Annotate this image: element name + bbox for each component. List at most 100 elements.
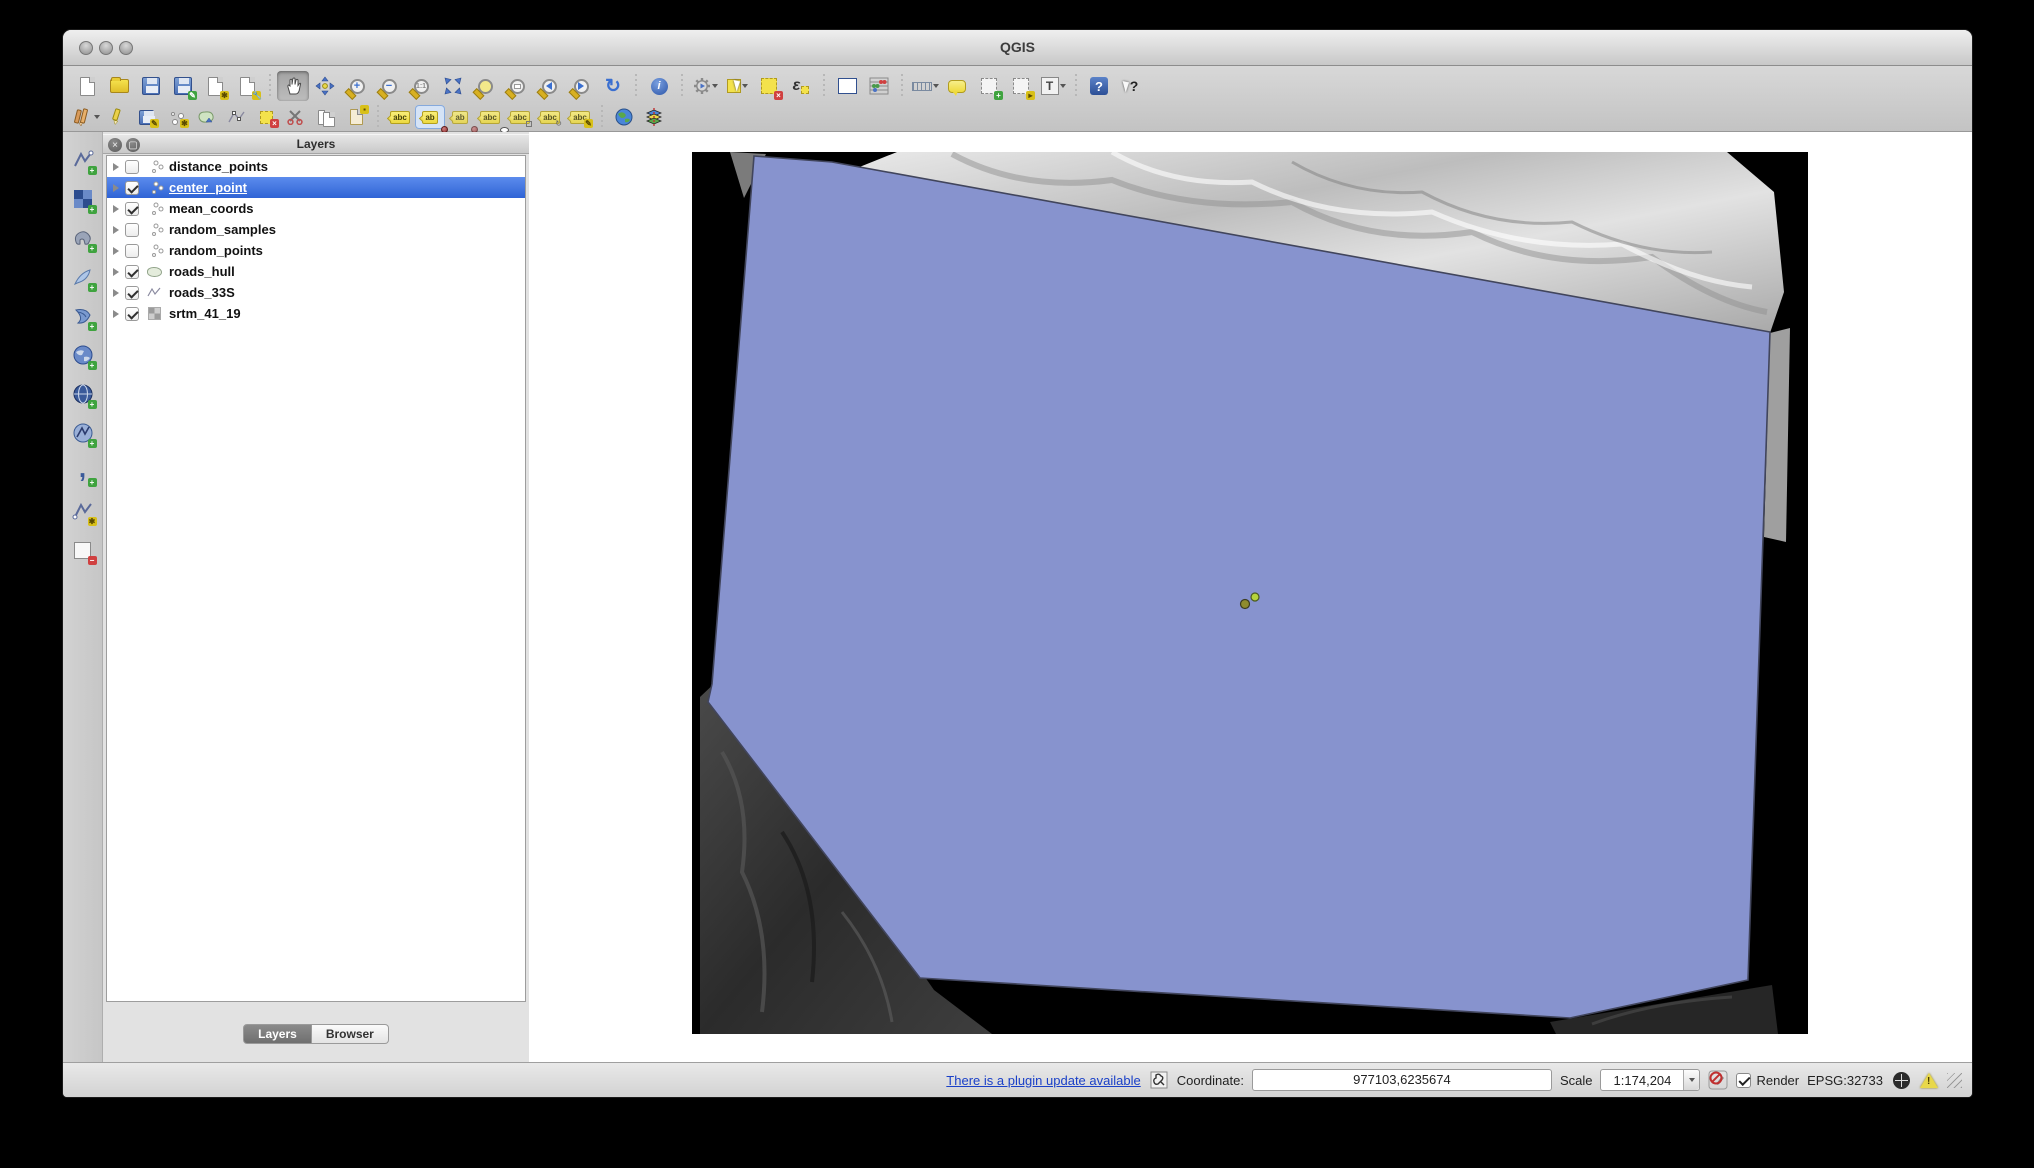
scale-combo[interactable]: 1:174,204 xyxy=(1600,1069,1700,1091)
select-by-expression-button[interactable]: ε xyxy=(785,71,817,101)
layer-row-roads-33s[interactable]: roads_33S xyxy=(107,282,525,303)
zoom-last-button[interactable] xyxy=(533,71,565,101)
add-postgis-layer-button[interactable]: + xyxy=(67,222,99,254)
cut-features-button[interactable] xyxy=(281,105,311,129)
layer-checkbox[interactable] xyxy=(125,181,139,195)
move-label-button[interactable]: abc xyxy=(505,105,535,129)
layer-checkbox[interactable] xyxy=(125,223,139,237)
render-checkbox[interactable] xyxy=(1736,1073,1751,1088)
title-bar[interactable]: QGIS xyxy=(63,30,1972,66)
add-raster-layer-button[interactable]: + xyxy=(67,183,99,215)
pin-labels-button[interactable]: ab xyxy=(415,105,445,129)
add-spatialite-layer-button[interactable]: + xyxy=(67,261,99,293)
zoom-in-button[interactable]: + xyxy=(341,71,373,101)
new-bookmark-button[interactable]: + xyxy=(973,71,1005,101)
current-edits-button[interactable] xyxy=(71,105,101,129)
save-layer-edits-button[interactable]: ✎ xyxy=(131,105,161,129)
expander-icon[interactable] xyxy=(113,247,119,255)
zoom-out-button[interactable]: − xyxy=(373,71,405,101)
stop-render-icon[interactable] xyxy=(1708,1070,1728,1090)
layer-checkbox[interactable] xyxy=(125,202,139,216)
measure-button[interactable] xyxy=(909,71,941,101)
add-wcs-layer-button[interactable]: + xyxy=(67,378,99,410)
plugin-layers-button[interactable] xyxy=(639,105,669,129)
paste-features-button[interactable]: ▪ xyxy=(341,105,371,129)
zoom-full-button[interactable] xyxy=(437,71,469,101)
delete-selected-button[interactable]: × xyxy=(251,105,281,129)
scale-dropdown-button[interactable] xyxy=(1683,1070,1699,1090)
layer-row-random-points[interactable]: random_points xyxy=(107,240,525,261)
identify-features-button[interactable]: i xyxy=(643,71,675,101)
open-attribute-table-button[interactable] xyxy=(831,71,863,101)
plugin-icon[interactable] xyxy=(1149,1070,1169,1090)
show-hide-labels-button[interactable]: abc xyxy=(475,105,505,129)
expander-icon[interactable] xyxy=(113,163,119,171)
move-feature-button[interactable] xyxy=(191,105,221,129)
expander-icon[interactable] xyxy=(113,310,119,318)
add-vector-layer-button[interactable]: + xyxy=(67,144,99,176)
save-project-button[interactable] xyxy=(135,71,167,101)
messages-warning-button[interactable]: ! xyxy=(1919,1070,1939,1090)
layer-row-roads-hull[interactable]: roads_hull xyxy=(107,261,525,282)
refresh-button[interactable]: ↻ xyxy=(597,71,629,101)
new-composer-button[interactable]: ✱ xyxy=(199,71,231,101)
layer-checkbox[interactable] xyxy=(125,265,139,279)
tab-browser[interactable]: Browser xyxy=(312,1024,389,1044)
remove-layer-button[interactable]: − xyxy=(67,534,99,566)
layer-row-mean-coords[interactable]: mean_coords xyxy=(107,198,525,219)
map-canvas[interactable] xyxy=(529,132,1972,1062)
whats-this-button[interactable]: ? xyxy=(1115,71,1147,101)
tab-layers[interactable]: Layers xyxy=(243,1024,312,1044)
open-project-button[interactable] xyxy=(103,71,135,101)
close-panel-button[interactable]: × xyxy=(108,138,122,152)
layer-checkbox[interactable] xyxy=(125,160,139,174)
zoom-to-selection-button[interactable] xyxy=(469,71,501,101)
expander-icon[interactable] xyxy=(113,226,119,234)
select-features-button[interactable] xyxy=(721,71,753,101)
plugin-update-link[interactable]: There is a plugin update available xyxy=(946,1073,1140,1088)
highlight-pinned-labels-button[interactable]: ab xyxy=(445,105,475,129)
deselect-features-button[interactable]: × xyxy=(753,71,785,101)
map-view[interactable] xyxy=(692,152,1808,1034)
map-tips-button[interactable] xyxy=(941,71,973,101)
save-project-as-button[interactable]: ✎ xyxy=(167,71,199,101)
pan-to-selection-button[interactable] xyxy=(309,71,341,101)
pan-map-button[interactable] xyxy=(277,71,309,101)
layer-row-random-samples[interactable]: random_samples xyxy=(107,219,525,240)
show-bookmarks-button[interactable]: ▸ xyxy=(1005,71,1037,101)
expander-icon[interactable] xyxy=(113,184,119,192)
layer-checkbox[interactable] xyxy=(125,286,139,300)
add-wfs-layer-button[interactable]: + xyxy=(67,417,99,449)
add-wms-layer-button[interactable]: + xyxy=(67,339,99,371)
layer-row-srtm[interactable]: srtm_41_19 xyxy=(107,303,525,324)
expander-icon[interactable] xyxy=(113,205,119,213)
layer-row-distance-points[interactable]: distance_points xyxy=(107,156,525,177)
statistical-summary-button[interactable] xyxy=(863,71,895,101)
expander-icon[interactable] xyxy=(113,289,119,297)
add-mssql-layer-button[interactable]: + xyxy=(67,300,99,332)
add-feature-button[interactable]: ✱ xyxy=(161,105,191,129)
coordinate-input[interactable]: 977103,6235674 xyxy=(1252,1069,1552,1091)
new-project-button[interactable] xyxy=(71,71,103,101)
layer-checkbox[interactable] xyxy=(125,244,139,258)
layer-labeling-options-button[interactable]: abc xyxy=(385,105,415,129)
node-tool-button[interactable] xyxy=(221,105,251,129)
composer-manager-button[interactable]: 🔧 xyxy=(231,71,263,101)
layer-checkbox[interactable] xyxy=(125,307,139,321)
rotate-label-button[interactable]: abc↻ xyxy=(535,105,565,129)
new-shapefile-layer-button[interactable]: ✱ xyxy=(67,495,99,527)
help-button[interactable]: ? xyxy=(1083,71,1115,101)
expander-icon[interactable] xyxy=(113,268,119,276)
change-label-button[interactable]: abc✎ xyxy=(565,105,595,129)
copy-features-button[interactable] xyxy=(311,105,341,129)
float-panel-button[interactable]: ▢ xyxy=(126,138,140,152)
layer-row-center-point[interactable]: center_point xyxy=(107,177,525,198)
zoom-to-layer-button[interactable] xyxy=(501,71,533,101)
resize-grip[interactable] xyxy=(1947,1073,1962,1088)
add-delimited-text-layer-button[interactable]: , + xyxy=(67,456,99,488)
crs-status-button[interactable] xyxy=(1891,1070,1911,1090)
toggle-editing-button[interactable] xyxy=(101,105,131,129)
run-feature-action-button[interactable] xyxy=(689,71,721,101)
zoom-next-button[interactable] xyxy=(565,71,597,101)
text-annotation-button[interactable]: T xyxy=(1037,71,1069,101)
